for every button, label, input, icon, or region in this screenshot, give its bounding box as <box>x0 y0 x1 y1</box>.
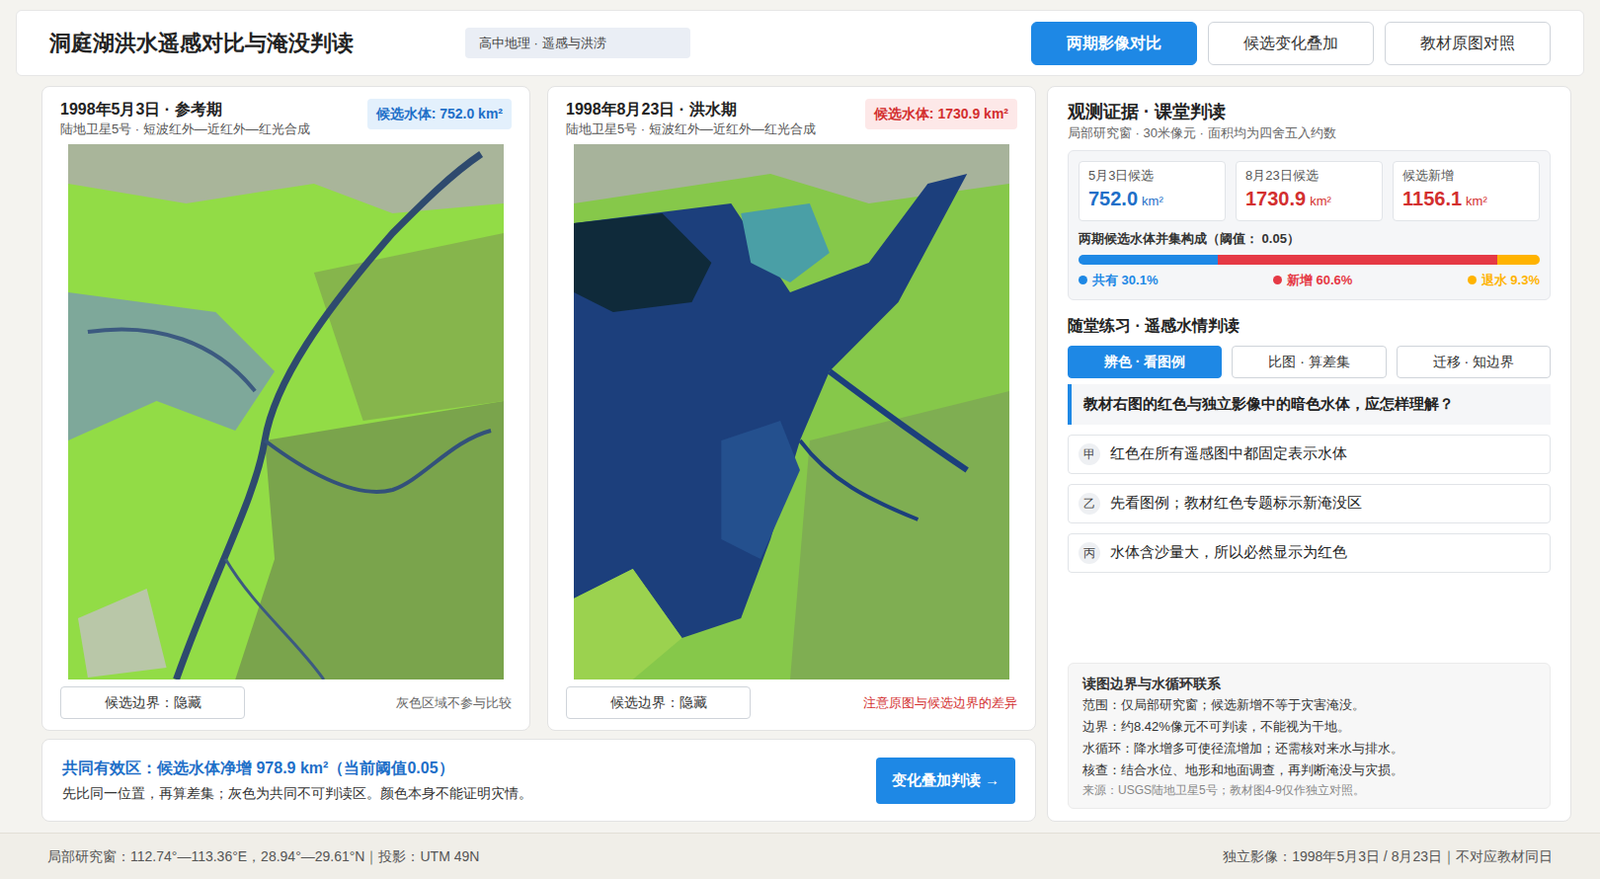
stat-value-row: 752.0km² <box>1088 184 1216 216</box>
footer-left: 局部研究窗：112.74°—113.36°E，28.94°—29.61°N｜投影… <box>47 846 480 868</box>
practice-question: 教材右图的红色与独立影像中的暗色水体，应怎样理解？ <box>1067 384 1551 425</box>
answer-option[interactable]: 乙先看图例；教材红色专题标示新淹没区 <box>1067 483 1551 524</box>
composition-bar <box>1078 254 1540 265</box>
stat-card: 候选新增1156.1km² <box>1392 160 1540 222</box>
image-card-footer: 候选边界：隐藏 注意原图与候选边界的差异 <box>565 686 1018 720</box>
summary-text: 共同有效区：候选水体净增 978.9 km²（当前阈值0.05）先比同一位置，再… <box>62 756 533 804</box>
practice-tabs: 辨色 · 看图例比图 · 算差集迁移 · 知边界 <box>1067 345 1551 379</box>
composition-label: 两期候选水体并集构成（阈值： 0.05） <box>1078 229 1540 249</box>
option-marker: 丙 <box>1078 542 1101 564</box>
legend-label: 退水 9.3% <box>1481 270 1540 291</box>
notes-line: 范围：仅局部研究窗；候选新增不等于灾害淹没。 <box>1082 694 1536 717</box>
boundary-toggle[interactable]: 候选边界：隐藏 <box>60 686 245 720</box>
notes-box: 读图边界与水循环联系范围：仅局部研究窗；候选新增不等于灾害淹没。边界：约8.42… <box>1067 662 1551 809</box>
status-bar: 局部研究窗：112.74°—113.36°E，28.94°—29.61°N｜投影… <box>0 832 1600 879</box>
stat-value: 752.0 <box>1088 187 1138 210</box>
composition-segment <box>1217 254 1498 265</box>
summary-headline: 共同有效区：候选水体净增 978.9 km²（当前阈值0.05） <box>62 756 533 781</box>
image-card: 1998年5月3日 · 参考期陆地卫星5号 · 短波红外—近红外—红光合成 候选水… <box>41 85 531 731</box>
answer-option[interactable]: 甲红色在所有遥感图中都固定表示水体 <box>1067 434 1551 475</box>
composition-segment <box>1078 254 1218 265</box>
image-card-header: 1998年8月23日 · 洪水期陆地卫星5号 · 短波红外—近红外—红光合成 候选… <box>565 98 1018 139</box>
legend-dot <box>1467 275 1477 285</box>
notes-line: 水循环：降水增多可使径流增加；还需核对来水与排水。 <box>1082 737 1536 760</box>
stats-box: 5月3日候选752.0km²8月23日候选1730.9km²候选新增1156.1… <box>1067 150 1551 301</box>
stat-label: 候选新增 <box>1402 166 1530 185</box>
satellite-image <box>573 144 1010 680</box>
stat-unit: km² <box>1141 193 1164 209</box>
summary-card: 共同有效区：候选水体净增 978.9 km²（当前阈值0.05）先比同一位置，再… <box>41 738 1037 822</box>
option-text: 红色在所有遥感图中都固定表示水体 <box>1110 442 1348 466</box>
water-area-badge: 候选水体: 1730.9 km² <box>865 98 1018 130</box>
option-marker: 乙 <box>1078 492 1101 515</box>
image-card-footer: 候选边界：隐藏 灰色区域不参与比较 <box>60 686 512 720</box>
practice-tab[interactable]: 辨色 · 看图例 <box>1067 345 1222 379</box>
stat-value-row: 1156.1km² <box>1402 184 1530 216</box>
left-column: 1998年5月3日 · 参考期陆地卫星5号 · 短波红外—近红外—红光合成候选水… <box>41 85 1037 822</box>
boundary-toggle[interactable]: 候选边界：隐藏 <box>565 686 751 720</box>
stats-grid: 5月3日候选752.0km²8月23日候选1730.9km²候选新增1156.1… <box>1078 160 1540 222</box>
legend-dot <box>1273 275 1282 285</box>
stat-card: 5月3日候选752.0km² <box>1078 160 1226 222</box>
stat-value-row: 1730.9km² <box>1245 184 1373 216</box>
legend-dot <box>1078 275 1088 285</box>
app-header: 洞庭湖洪水遥感对比与淹没判读 高中地理 · 遥感与洪涝 两期影像对比候选变化叠加… <box>15 9 1585 77</box>
notes-source: 来源：USGS陆地卫星5号；教材图4-9仅作独立对照。 <box>1082 781 1536 800</box>
view-tab[interactable]: 候选变化叠加 <box>1207 21 1374 66</box>
view-tab[interactable]: 两期影像对比 <box>1031 21 1198 66</box>
subject-badge: 高中地理 · 遥感与洪涝 <box>465 27 691 60</box>
page-title: 洞庭湖洪水遥感对比与淹没判读 <box>49 26 466 60</box>
footer-right: 独立影像：1998年5月3日 / 8月23日｜不对应教材同日 <box>1222 846 1553 868</box>
image-subtitle: 陆地卫星5号 · 短波红外—近红外—红光合成 <box>60 120 311 139</box>
legend-label: 共有 30.1% <box>1092 270 1158 291</box>
stat-label: 8月23日候选 <box>1245 166 1373 185</box>
stat-unit: km² <box>1465 193 1488 209</box>
image-title: 1998年8月23日 · 洪水期 <box>565 98 816 121</box>
image-card-header: 1998年5月3日 · 参考期陆地卫星5号 · 短波红外—近红外—红光合成 候选水… <box>60 98 512 139</box>
main-area: 1998年5月3日 · 参考期陆地卫星5号 · 短波红外—近红外—红光合成候选水… <box>0 85 1600 822</box>
stat-label: 5月3日候选 <box>1088 166 1216 185</box>
image-card: 1998年8月23日 · 洪水期陆地卫星5号 · 短波红外—近红外—红光合成候选… <box>547 85 1037 731</box>
image-card-titles: 1998年5月3日 · 参考期陆地卫星5号 · 短波红外—近红外—红光合成 <box>60 98 311 139</box>
legend-item: 共有 30.1% <box>1078 270 1158 291</box>
option-text: 水体含沙量大，所以必然显示为红色 <box>1110 541 1348 564</box>
legend-item: 退水 9.3% <box>1467 270 1540 291</box>
image-title: 1998年5月3日 · 参考期 <box>60 98 311 121</box>
legend-label: 新增 60.6% <box>1286 270 1353 291</box>
image-note: 灰色区域不参与比较 <box>396 693 512 714</box>
overlay-button[interactable]: 变化叠加判读 → <box>876 757 1016 804</box>
practice-tab[interactable]: 迁移 · 知边界 <box>1396 345 1551 379</box>
view-tabs: 两期影像对比候选变化叠加教材原图对照 <box>1031 21 1551 66</box>
water-area-badge: 候选水体: 752.0 km² <box>367 98 512 130</box>
view-tab[interactable]: 教材原图对照 <box>1384 21 1551 66</box>
notes-line: 核查：结合水位、地形和地面调查，再判断淹没与灾损。 <box>1082 759 1536 782</box>
notes-title: 读图边界与水循环联系 <box>1082 672 1536 695</box>
stat-unit: km² <box>1309 193 1332 209</box>
image-card-titles: 1998年8月23日 · 洪水期陆地卫星5号 · 短波红外—近红外—红光合成 <box>565 98 816 139</box>
image-subtitle: 陆地卫星5号 · 短波红外—近红外—红光合成 <box>565 120 816 139</box>
stat-card: 8月23日候选1730.9km² <box>1235 160 1383 222</box>
evidence-subtitle: 局部研究窗 · 30米像元 · 面积均为四舍五入约数 <box>1067 124 1551 143</box>
practice-tab[interactable]: 比图 · 算差集 <box>1231 345 1386 379</box>
legend-item: 新增 60.6% <box>1273 270 1353 291</box>
notes-line: 边界：约8.42%像元不可判读，不能视为干地。 <box>1082 716 1536 738</box>
stat-value: 1156.1 <box>1402 187 1462 210</box>
evidence-title: 观测证据 · 课堂判读 <box>1067 98 1551 125</box>
image-note: 注意原图与候选边界的差异 <box>863 693 1018 714</box>
option-text: 先看图例；教材红色专题标示新淹没区 <box>1110 491 1362 515</box>
satellite-image <box>68 144 504 680</box>
practice-title: 随堂练习 · 遥感水情判读 <box>1067 314 1551 338</box>
option-marker: 甲 <box>1078 443 1101 466</box>
image-cards: 1998年5月3日 · 参考期陆地卫星5号 · 短波红外—近红外—红光合成候选水… <box>41 85 1037 731</box>
composition-legend: 共有 30.1% 新增 60.6% 退水 9.3% <box>1078 270 1540 291</box>
answer-option[interactable]: 丙水体含沙量大，所以必然显示为红色 <box>1067 533 1551 573</box>
summary-body: 先比同一位置，再算差集；灰色为共同不可判读区。颜色本身不能证明灾情。 <box>62 782 533 804</box>
stat-value: 1730.9 <box>1245 187 1306 210</box>
composition-segment <box>1497 254 1540 265</box>
evidence-panel: 观测证据 · 课堂判读局部研究窗 · 30米像元 · 面积均为四舍五入约数 5月3… <box>1046 85 1572 822</box>
